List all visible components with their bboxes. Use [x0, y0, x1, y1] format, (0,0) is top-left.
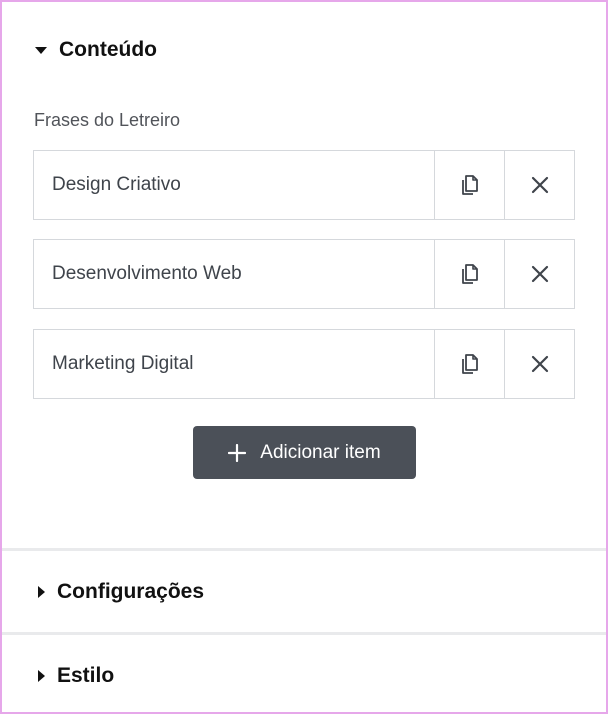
- caret-right-icon: [38, 670, 45, 682]
- section-header-style[interactable]: Estilo: [34, 662, 114, 690]
- duplicate-button[interactable]: [434, 151, 504, 219]
- copy-icon: [461, 354, 478, 374]
- copy-icon: [461, 264, 478, 284]
- add-item-label: Adicionar item: [260, 441, 381, 463]
- add-item-button[interactable]: Adicionar item: [193, 426, 416, 479]
- section-divider: [2, 548, 606, 551]
- remove-button[interactable]: [504, 240, 574, 308]
- repeater-label: Frases do Letreiro: [34, 110, 181, 130]
- section-header-settings[interactable]: Configurações: [34, 578, 204, 606]
- section-title-settings: Configurações: [57, 580, 205, 603]
- content-section: Conteúdo Frases do Letreiro Design Criat…: [2, 2, 606, 548]
- close-icon: [531, 176, 548, 194]
- remove-button[interactable]: [504, 151, 574, 219]
- remove-button[interactable]: [504, 330, 574, 398]
- close-icon: [531, 355, 548, 373]
- repeater-item[interactable]: Desenvolvimento Web: [33, 239, 575, 309]
- repeater-item-title[interactable]: Design Criativo: [34, 151, 434, 219]
- section-title-style: Estilo: [57, 664, 115, 687]
- duplicate-button[interactable]: [434, 240, 504, 308]
- repeater-item[interactable]: Marketing Digital: [33, 329, 575, 399]
- repeater-item-title[interactable]: Desenvolvimento Web: [34, 240, 434, 308]
- section-header-content[interactable]: Conteúdo: [34, 36, 157, 64]
- close-icon: [531, 265, 548, 283]
- repeater-item[interactable]: Design Criativo: [33, 150, 575, 220]
- plus-icon: [228, 443, 247, 462]
- copy-icon: [461, 175, 478, 195]
- repeater-item-title[interactable]: Marketing Digital: [34, 330, 434, 398]
- section-title-content: Conteúdo: [59, 38, 157, 61]
- caret-right-icon: [38, 586, 45, 598]
- duplicate-button[interactable]: [434, 330, 504, 398]
- panel-frame: Conteúdo Frases do Letreiro Design Criat…: [0, 0, 608, 714]
- caret-down-icon: [35, 46, 47, 54]
- section-divider: [2, 632, 606, 635]
